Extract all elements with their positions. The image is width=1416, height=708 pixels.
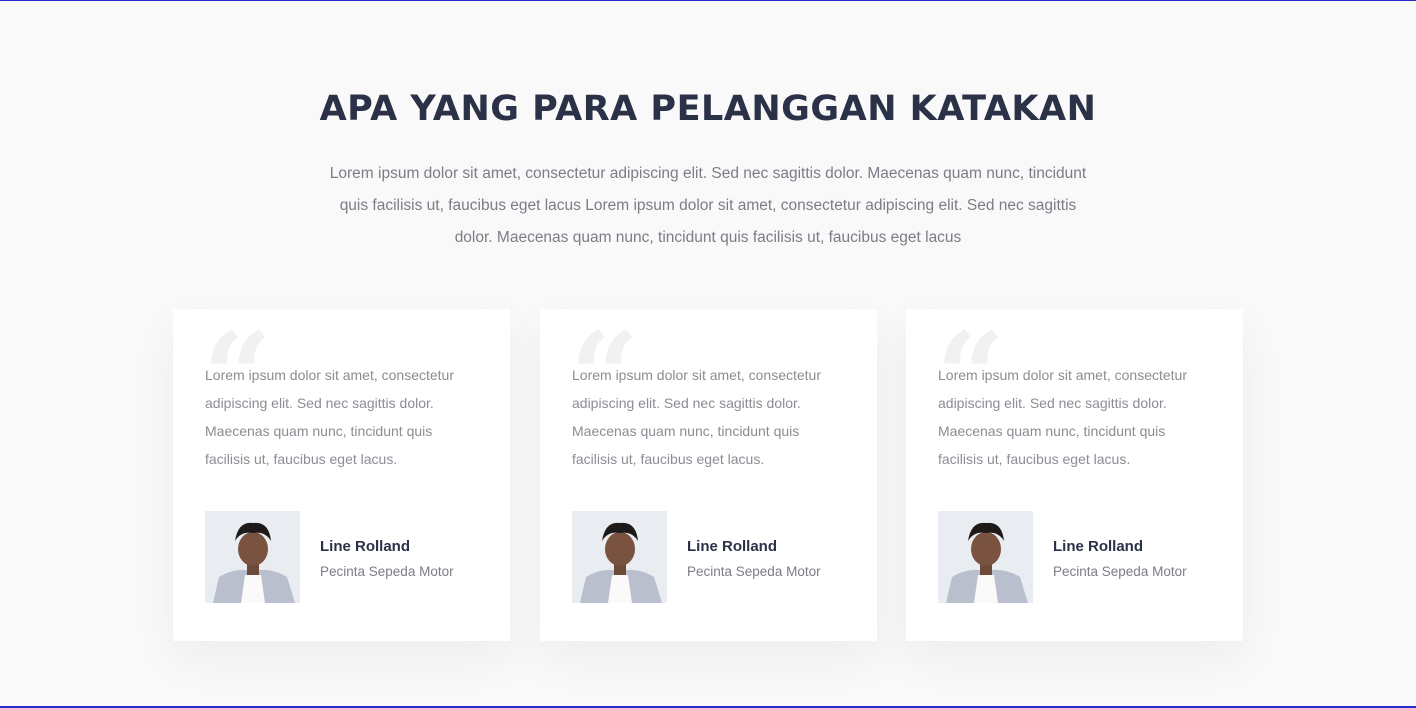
author-name: Line Rolland bbox=[1053, 538, 1143, 555]
section-description: Lorem ipsum dolor sit amet, consectetur … bbox=[329, 165, 1087, 246]
testimonial-text: Lorem ipsum dolor sit amet, consectetur … bbox=[938, 367, 1187, 467]
author-role: Pecinta Sepeda Motor bbox=[1053, 564, 1187, 579]
author-name: Line Rolland bbox=[320, 538, 410, 555]
testimonial-card: “ Lorem ipsum dolor sit amet, consectetu… bbox=[906, 309, 1243, 641]
section-title: APA YANG PARA PELANGGAN KATAKAN bbox=[319, 89, 1097, 129]
avatar bbox=[938, 511, 1033, 603]
author-name: Line Rolland bbox=[687, 538, 777, 555]
testimonials-section: APA YANG PARA PELANGGAN KATAKAN Lorem ip… bbox=[0, 0, 1416, 708]
avatar bbox=[205, 511, 300, 603]
testimonial-text: Lorem ipsum dolor sit amet, consectetur … bbox=[572, 367, 821, 467]
testimonial-card: “ Lorem ipsum dolor sit amet, consectetu… bbox=[173, 309, 510, 641]
author-role: Pecinta Sepeda Motor bbox=[320, 564, 454, 579]
testimonial-card: “ Lorem ipsum dolor sit amet, consectetu… bbox=[540, 309, 877, 641]
testimonial-text: Lorem ipsum dolor sit amet, consectetur … bbox=[205, 367, 454, 467]
author-role: Pecinta Sepeda Motor bbox=[687, 564, 821, 579]
avatar bbox=[572, 511, 667, 603]
